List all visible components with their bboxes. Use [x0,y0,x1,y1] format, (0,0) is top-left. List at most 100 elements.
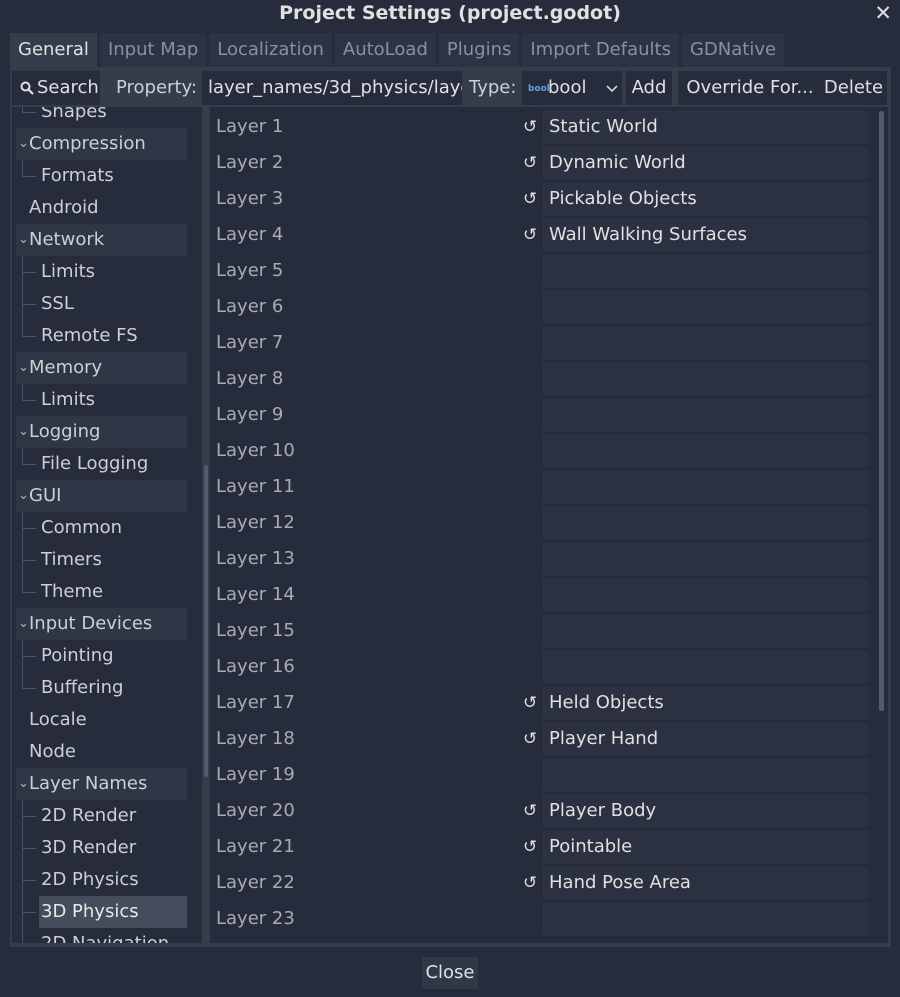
chevron-down-icon[interactable]: ⌄ [18,768,29,800]
tree-item-2d-navigation[interactable]: 2D Navigation [39,928,187,943]
tree-scrollbar[interactable] [204,465,208,777]
inspector-scrollbar[interactable] [879,111,884,711]
revert-icon[interactable]: ↺ [523,685,537,721]
tree-item-label: Limits [41,261,95,282]
tree-item-memory[interactable]: ⌄ Memory [16,352,187,384]
tree-item-shapes[interactable]: Shapes [39,107,187,128]
tree-item-logging[interactable]: ⌄ Logging [16,416,187,448]
tree-item-remote-fs[interactable]: Remote FS [39,320,187,352]
revert-icon[interactable]: ↺ [523,865,537,901]
tree-item-common[interactable]: Common [39,512,187,544]
chevron-down-icon[interactable]: ⌄ [18,352,29,384]
revert-icon[interactable]: ↺ [523,793,537,829]
layer-name-field[interactable]: Player Body [543,795,868,827]
tab-localization[interactable]: Localization [209,33,332,67]
tree-item-theme[interactable]: Theme [39,576,187,608]
tree-guide-line [22,512,23,592]
layer-name-field[interactable]: Player Hand [543,723,868,755]
layer-name-field[interactable] [543,651,868,683]
tab-input-map[interactable]: Input Map [99,33,207,67]
revert-icon[interactable]: ↺ [523,109,537,145]
layer-name-field[interactable] [543,399,868,431]
layer-name-field[interactable] [543,903,868,935]
layer-name-field[interactable]: Static World [543,111,868,143]
tree-item-gui[interactable]: ⌄ GUI [16,480,187,512]
tab-general[interactable]: General [10,33,97,67]
delete-button[interactable]: Delete [820,71,887,105]
layer-name-field[interactable] [543,579,868,611]
chevron-down-icon[interactable]: ⌄ [18,224,29,256]
revert-icon[interactable]: ↺ [523,829,537,865]
tree-item-3d-physics[interactable]: 3D Physics [39,896,187,928]
revert-icon[interactable]: ↺ [523,217,537,253]
layer-name-field[interactable] [543,759,868,791]
tree-item-limits[interactable]: Limits [39,384,187,416]
chevron-down-icon[interactable]: ⌄ [18,416,29,448]
tree-item-pointing[interactable]: Pointing [39,640,187,672]
layer-name-field[interactable]: Pickable Objects [543,183,868,215]
chevron-down-icon[interactable]: ⌄ [18,608,29,640]
layer-name-field[interactable] [543,255,868,287]
revert-icon[interactable]: ↺ [523,721,537,757]
tab-gdnative[interactable]: GDNative [681,33,785,67]
tree-item-timers[interactable]: Timers [39,544,187,576]
property-row: Layer 10 [210,433,876,469]
chevron-down-icon[interactable]: ⌄ [18,480,29,512]
tab-import-defaults[interactable]: Import Defaults [522,33,679,67]
tree-guide-line [22,880,36,881]
tree-item-input-devices[interactable]: ⌄ Input Devices [16,608,187,640]
tree-item-label: Remote FS [41,325,138,346]
override-for-button[interactable]: Override For... [678,71,822,105]
tree-item-network[interactable]: ⌄ Network [16,224,187,256]
property-label: Layer 13 [216,548,295,569]
tree-item-2d-render[interactable]: 2D Render [39,800,187,832]
search-button[interactable]: Search [12,71,100,105]
type-select[interactable]: bool bool [522,71,622,105]
layer-name-field[interactable] [543,471,868,503]
revert-icon[interactable]: ↺ [523,181,537,217]
layer-name-field[interactable] [543,543,868,575]
property-label: Layer 20 [216,800,295,821]
layer-name-field[interactable] [543,327,868,359]
tree-item-compression[interactable]: ⌄ Compression [16,128,187,160]
layer-name-field[interactable]: Pointable [543,831,868,863]
close-button[interactable]: Close [422,957,478,989]
property-input[interactable]: layer_names/3d_physics/laye [202,71,462,105]
close-icon[interactable]: ✕ [874,1,892,25]
tab-bar: General Input Map Localization AutoLoad Plug… [10,33,787,67]
tree-item-buffering[interactable]: Buffering [39,672,187,704]
property-label: Layer 10 [216,440,295,461]
layer-name-field[interactable] [543,291,868,323]
layer-name-field[interactable] [543,615,868,647]
tree-item-locale[interactable]: Locale [16,704,187,736]
chevron-down-icon[interactable]: ⌄ [18,128,29,160]
tree-item-layer-names[interactable]: ⌄ Layer Names [16,768,187,800]
layer-name-field[interactable]: Hand Pose Area [543,867,868,899]
add-button[interactable]: Add [626,71,672,105]
tree-item-file-logging[interactable]: File Logging [39,448,187,480]
tree-item-ssl[interactable]: SSL [39,288,187,320]
property-row: Layer 8 [210,361,876,397]
tree-item-node[interactable]: Node [16,736,187,768]
layer-name-field[interactable]: Held Objects [543,687,868,719]
tree-item-3d-render[interactable]: 3D Render [39,832,187,864]
tab-plugins[interactable]: Plugins [438,33,520,67]
property-inspector: Layer 1 ↺ Static World Layer 2 ↺ Dynamic Worl… [210,107,888,943]
property-row: Layer 13 [210,541,876,577]
tree-guide-line [22,528,36,529]
revert-icon[interactable]: ↺ [523,145,537,181]
tree-item-formats[interactable]: Formats [39,160,187,192]
layer-name-field[interactable]: Wall Walking Surfaces [543,219,868,251]
tree-guide-line [22,336,36,337]
tree-guide-line [22,176,36,177]
tree-item-2d-physics[interactable]: 2D Physics [39,864,187,896]
property-row: Layer 19 [210,757,876,793]
layer-name-field[interactable] [543,363,868,395]
layer-name-field[interactable] [543,507,868,539]
tree-item-limits[interactable]: Limits [39,256,187,288]
layer-name-field[interactable] [543,435,868,467]
tree-item-label: Android [29,197,99,218]
tab-autoload[interactable]: AutoLoad [334,33,436,67]
tree-item-android[interactable]: Android [16,192,187,224]
layer-name-field[interactable]: Dynamic World [543,147,868,179]
